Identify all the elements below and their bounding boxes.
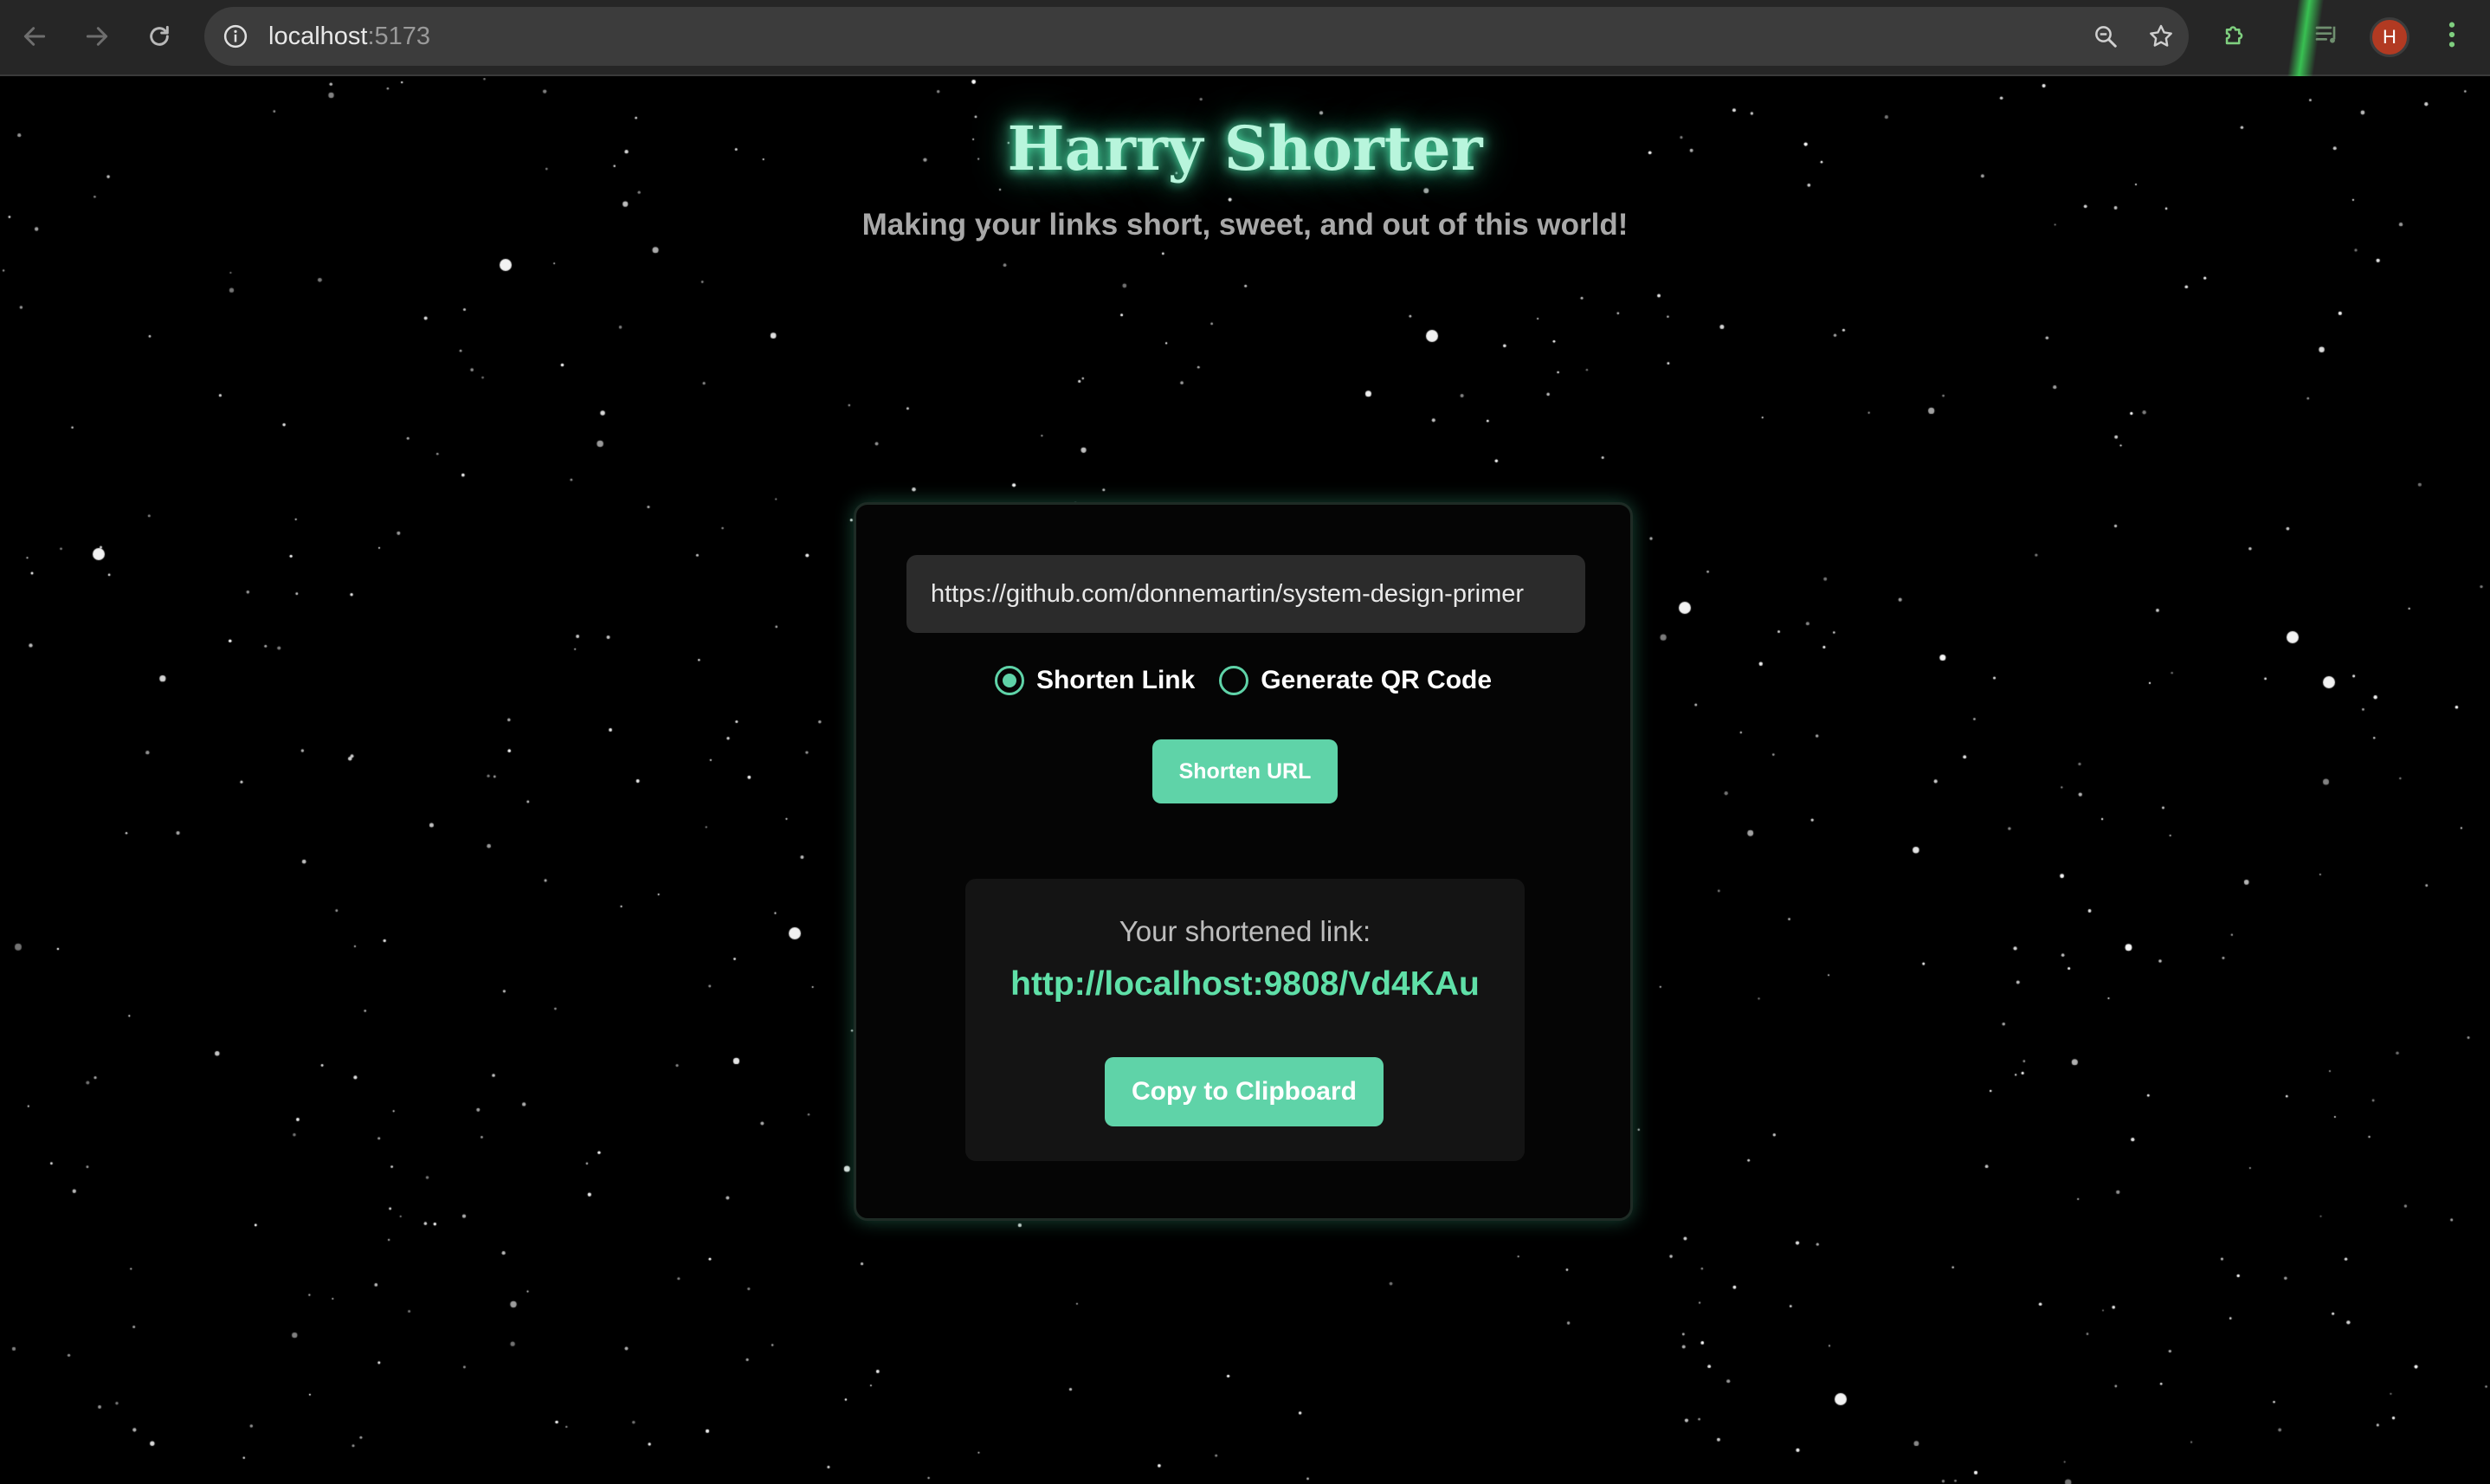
radio-selected-icon[interactable]	[994, 666, 1024, 695]
result-label: Your shortened link:	[1119, 915, 1371, 947]
url-input[interactable]	[906, 555, 1585, 633]
address-bar[interactable]: localhost:5173	[204, 7, 2189, 66]
browser-toolbar: localhost:5173 H	[0, 0, 2490, 76]
kebab-menu-icon[interactable]	[2431, 14, 2473, 55]
page-title: Harry Shorter	[1007, 113, 1483, 184]
mode-radio-group: Shorten Link Generate QR Code	[856, 659, 1630, 702]
radio-shorten-link[interactable]: Shorten Link	[994, 666, 1196, 695]
page-subtitle: Making your links short, sweet, and out …	[861, 208, 1629, 242]
star-icon[interactable]	[2145, 21, 2177, 52]
radio-label: Generate QR Code	[1261, 666, 1493, 694]
address-url: localhost:5173	[268, 7, 430, 66]
media-queue-icon[interactable]	[2306, 14, 2348, 55]
shortener-card: Shorten Link Generate QR Code Shorten UR…	[854, 502, 1633, 1221]
profile-avatar[interactable]: H	[2370, 17, 2409, 57]
result-panel: Your shortened link: http://localhost:98…	[965, 879, 1525, 1161]
radio-unselected-icon[interactable]	[1219, 666, 1249, 695]
short-url-link[interactable]: http://localhost:9808/Vd4KAu	[965, 965, 1525, 1003]
page-viewport: Harry Shorter Making your links short, s…	[0, 78, 2490, 1484]
info-icon[interactable]	[220, 21, 251, 52]
url-port: :5173	[367, 23, 431, 50]
reload-icon[interactable]	[139, 16, 180, 57]
shorten-url-button[interactable]: Shorten URL	[1152, 739, 1338, 803]
avatar-initial: H	[2383, 26, 2396, 48]
radio-label: Shorten Link	[1035, 666, 1196, 694]
copy-to-clipboard-button[interactable]: Copy to Clipboard	[1105, 1057, 1384, 1126]
url-host: localhost	[268, 23, 368, 50]
puzzle-icon[interactable]	[2215, 14, 2256, 55]
radio-generate-qr[interactable]: Generate QR Code	[1219, 666, 1492, 695]
back-arrow-icon[interactable]	[14, 16, 55, 57]
forward-arrow-icon[interactable]	[76, 16, 118, 57]
zoom-icon[interactable]	[2090, 21, 2121, 52]
